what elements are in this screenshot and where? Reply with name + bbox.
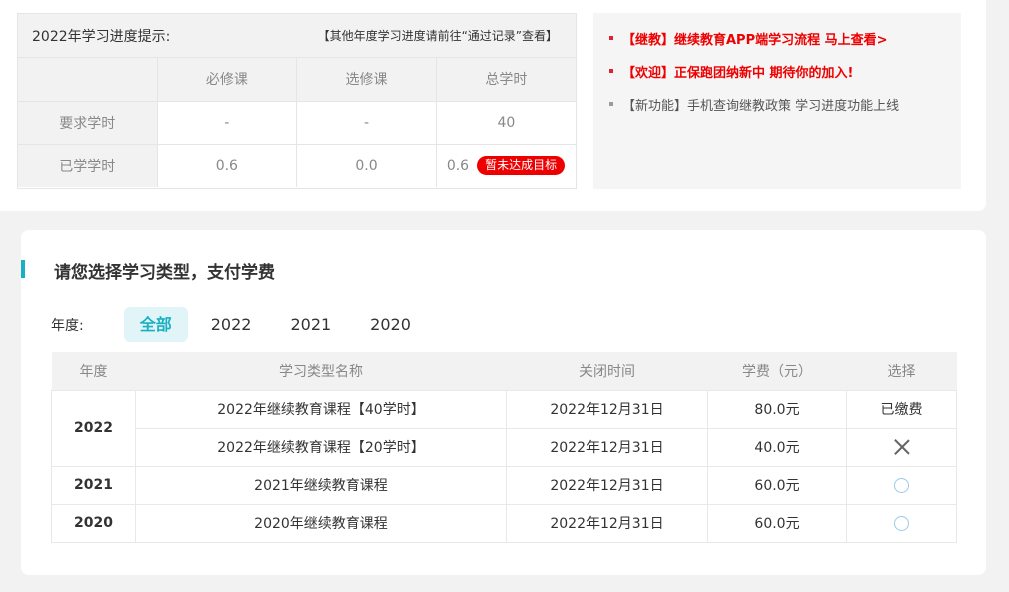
paid-label: 已缴费 (880, 402, 923, 418)
progress-cell: 0.6 (157, 144, 298, 187)
table-row: 2021 2021年继续教育课程 2022年12月31日 60.0元 (51, 465, 957, 505)
bullet-icon (609, 102, 613, 106)
progress-col-total: 总学时 (436, 58, 576, 102)
news-text: 【欢迎】正保跑团纳新中 期待你的加入! (622, 65, 854, 81)
close-time-cell: 2022年12月31日 (506, 465, 708, 505)
status-badge: 暂未达成目标 (477, 156, 566, 176)
progress-row-learned-hours: 已学学时 0.6 0.0 0.6 暂未达成目标 (18, 144, 576, 187)
news-text: 【继教】继续教育APP端学习流程 马上查看> (622, 32, 888, 48)
type-name-cell: 2022年继续教育课程【20学时】 (135, 427, 507, 467)
news-item[interactable]: 【欢迎】正保跑团纳新中 期待你的加入! (609, 60, 945, 82)
close-time-cell: 2022年12月31日 (506, 427, 708, 467)
close-time-cell: 2022年12月31日 (506, 389, 708, 429)
col-type-name: 学习类型名称 (135, 352, 507, 390)
progress-total-value: 0.6 (446, 158, 470, 175)
year-filter: 年度: 全部 2022 2021 2020 (51, 307, 434, 342)
fee-cell: 60.0元 (707, 465, 847, 505)
fee-table: 年度 学习类型名称 关闭时间 学费（元） 选择 2022 2022年继续教育课程… (51, 352, 957, 543)
progress-card: 2022年学习进度提示: 【其他年度学习进度请前往“通过记录”查看】 必修课 选… (0, 0, 986, 211)
year-filter-label: 年度: (51, 317, 84, 334)
progress-row-label: 已学学时 (18, 144, 158, 187)
news-item[interactable]: 【继教】继续教育APP端学习流程 马上查看> (609, 27, 945, 49)
table-row: 2022 2022年继续教育课程【40学时】 2022年12月31日 80.0元… (51, 389, 957, 467)
close-time-cell: 2022年12月31日 (506, 503, 708, 543)
fee-cell: 40.0元 (707, 427, 847, 467)
bullet-icon (609, 36, 613, 40)
section-title: 请您选择学习类型，支付学费 (54, 263, 275, 283)
type-name-cell: 2021年继续教育课程 (135, 465, 507, 505)
progress-col-elective: 选修课 (296, 58, 437, 102)
progress-cell: - (296, 101, 437, 145)
col-close-time: 关闭时间 (506, 352, 708, 390)
progress-table: 必修课 选修课 总学时 要求学时 - - 40 已学学时 0.6 0.0 0.6… (18, 58, 576, 187)
select-radio[interactable] (894, 515, 909, 531)
progress-box: 2022年学习进度提示: 【其他年度学习进度请前往“通过记录”查看】 必修课 选… (17, 13, 577, 189)
type-name-cell: 2022年继续教育课程【40学时】 (135, 389, 507, 429)
bullet-icon (609, 69, 613, 73)
col-select: 选择 (846, 352, 957, 390)
news-text: 【新功能】手机查询继教政策 学习进度功能上线 (622, 98, 900, 114)
progress-header: 2022年学习进度提示: 【其他年度学习进度请前往“通过记录”查看】 (18, 14, 576, 58)
table-row: 2022年继续教育课程【20学时】 2022年12月31日 40.0元 (52, 427, 957, 467)
progress-cell: 40 (436, 101, 576, 145)
close-x-icon (894, 439, 910, 455)
news-panel: 【继教】继续教育APP端学习流程 马上查看> 【欢迎】正保跑团纳新中 期待你的加… (593, 13, 961, 189)
section-accent-bar (21, 260, 25, 278)
select-cell (846, 503, 957, 543)
col-fee: 学费（元） (707, 352, 847, 390)
select-cell (846, 465, 957, 505)
progress-cell: - (157, 101, 298, 145)
progress-col-required: 必修课 (157, 58, 298, 102)
year-cell: 2022 (51, 389, 136, 467)
progress-records-link[interactable]: 【其他年度学习进度请前往“通过记录”查看】 (318, 27, 558, 44)
select-radio[interactable] (894, 477, 909, 493)
progress-cell: 0.0 (296, 144, 437, 187)
year-cell: 2020 (51, 503, 136, 543)
type-name-cell: 2020年继续教育课程 (135, 503, 507, 543)
news-item[interactable]: 【新功能】手机查询继教政策 学习进度功能上线 (609, 93, 945, 115)
year-tab-2022[interactable]: 2022 (195, 307, 268, 342)
progress-col-blank (18, 58, 158, 102)
fee-table-header: 年度 学习类型名称 关闭时间 学费（元） 选择 (51, 352, 957, 390)
select-cell (846, 427, 957, 467)
year-tab-2020[interactable]: 2020 (354, 307, 427, 342)
progress-row-required-hours: 要求学时 - - 40 (18, 101, 576, 145)
progress-table-header: 必修课 选修课 总学时 (18, 58, 576, 102)
year-cell: 2021 (51, 465, 136, 505)
select-cell: 已缴费 (846, 389, 957, 429)
year-tab-all[interactable]: 全部 (123, 307, 188, 342)
progress-row-label: 要求学时 (18, 101, 158, 145)
progress-title: 2022年学习进度提示: (32, 28, 171, 45)
progress-total-cell: 0.6 暂未达成目标 (436, 144, 576, 187)
payment-card: 请您选择学习类型，支付学费 年度: 全部 2022 2021 2020 年度 学… (21, 230, 986, 575)
fee-cell: 80.0元 (707, 389, 847, 429)
year-tab-2021[interactable]: 2021 (274, 307, 347, 342)
table-row: 2020 2020年继续教育课程 2022年12月31日 60.0元 (51, 503, 957, 543)
fee-cell: 60.0元 (707, 503, 847, 543)
col-year: 年度 (51, 352, 136, 390)
